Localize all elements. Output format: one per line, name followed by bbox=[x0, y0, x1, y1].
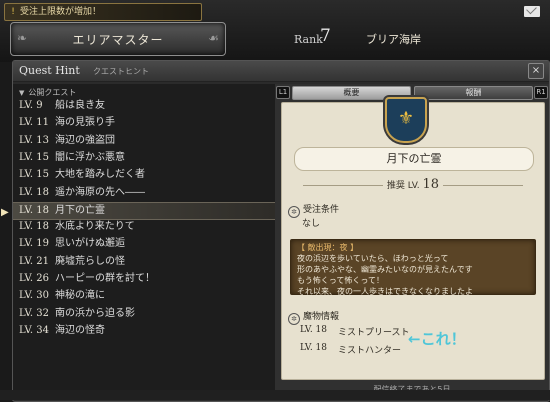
quest-level: LV. 9 bbox=[19, 100, 43, 111]
bottom-strip bbox=[0, 390, 550, 400]
quest-name: 大地を踏みしだく者 bbox=[55, 169, 145, 181]
witness-line: 夜の浜辺を歩いていたら、ほわっと光って bbox=[297, 254, 449, 263]
witness-line: それ以来、夜の一人歩きはできなくなりましたよ bbox=[297, 287, 473, 296]
quest-list-item[interactable]: LV. 30 神秘の滝に bbox=[13, 288, 275, 304]
window-title: Quest Hint bbox=[19, 64, 80, 77]
witness-header: 【 敵出現：夜 】 bbox=[297, 243, 359, 252]
quest-list-item[interactable]: LV. 32 南の浜から迫る影 bbox=[13, 306, 275, 322]
l1-key-icon: L1 bbox=[276, 86, 290, 99]
quest-detail-card: ⚜ 月下の亡霊 推奨 LV. 18 ✲ 受注条件 なし 【 敵出現：夜 】 夜の浜… bbox=[281, 97, 545, 380]
quest-level: LV. 32 bbox=[19, 307, 50, 319]
quest-list-item[interactable]: LV. 11 海の見張り手 bbox=[13, 115, 275, 131]
witness-line: 形のあやふやな、幽霊みたいなのが見えたんです bbox=[297, 265, 473, 274]
monster-row: LV. 18 ミストハンター bbox=[300, 343, 401, 356]
monster-level: LV. 18 bbox=[300, 343, 328, 353]
quest-name: 月下の亡霊 bbox=[55, 204, 105, 216]
divider bbox=[302, 185, 383, 186]
witness-line: もう怖くって怖くって！ bbox=[297, 276, 384, 285]
list-header-label: 公開クエスト bbox=[28, 88, 77, 97]
region-name: ブリア海岸 bbox=[366, 33, 421, 46]
quest-name: 海辺の強盗団 bbox=[55, 134, 115, 146]
gear-icon: ✲ bbox=[288, 313, 300, 325]
quest-name: 水底より来たりて bbox=[55, 221, 135, 233]
notification-banner[interactable]: ! 受注上限数が増加！ bbox=[4, 3, 202, 21]
quest-list-item[interactable]: LV. 15 闇に浮かぶ悪意 bbox=[13, 150, 275, 166]
quest-detail-pane: L1 概要 報酬 R1 ⚜ 月下の亡霊 推奨 LV. 18 ✲ 受注条件 なし 【… bbox=[275, 84, 549, 400]
r1-key-icon: R1 bbox=[534, 86, 548, 99]
window-title-bar: Quest Hint クエストヒント × bbox=[13, 61, 549, 82]
monster-level: LV. 18 bbox=[300, 325, 328, 335]
quest-list-item[interactable]: LV. 19 思いがけぬ邂逅 bbox=[13, 236, 275, 252]
notification-text: 受注上限数が増加！ bbox=[20, 7, 102, 17]
window-subtitle: クエストヒント bbox=[93, 67, 149, 76]
quest-list-item[interactable]: LV. 18 遥か海原の先へ―― bbox=[13, 185, 275, 201]
quest-list-item[interactable]: LV. 21 廃墟荒らしの怪 bbox=[13, 254, 275, 270]
quest-level: LV. 11 bbox=[19, 117, 50, 129]
quest-title: 月下の亡霊 bbox=[294, 147, 534, 171]
quest-level: LV. 18 bbox=[19, 186, 50, 198]
quest-level: LV. 30 bbox=[19, 290, 50, 302]
recommended-level: 推奨 LV. 18 bbox=[282, 177, 544, 192]
quest-name: ハーピーの群を討て！ bbox=[55, 273, 155, 284]
quest-level: LV. 19 bbox=[19, 238, 50, 250]
quest-level: LV. 18 bbox=[19, 221, 50, 233]
area-master-label: エリアマスター bbox=[72, 33, 164, 47]
monster-name: ミストプリースト bbox=[338, 328, 410, 338]
monster-heading: ✲ 魔物情報 bbox=[288, 309, 339, 325]
flame-emblem-icon: ⚜ bbox=[397, 108, 415, 129]
quest-name: 闇に浮かぶ悪意 bbox=[55, 151, 125, 163]
quest-level: LV. 26 bbox=[19, 273, 50, 284]
quest-name: 船は良き友 bbox=[55, 100, 105, 111]
monster-name: ミストハンター bbox=[338, 346, 402, 356]
monster-row: LV. 18 ミストプリースト bbox=[300, 325, 410, 338]
quest-list-item[interactable]: LV. 13 海辺の強盗団 bbox=[13, 133, 275, 149]
recommended-label: 推奨 LV. bbox=[386, 181, 420, 191]
quest-list-item[interactable]: ▶ LV. 18 月下の亡霊 bbox=[1, 201, 275, 220]
quest-list-item[interactable]: LV. 18 水底より来たりて bbox=[13, 219, 275, 235]
conditions-label: 受注条件 bbox=[303, 205, 340, 215]
quest-name: 南の浜から迫る影 bbox=[55, 307, 135, 319]
recommended-value: 18 bbox=[422, 177, 440, 192]
exclamation-icon: ! bbox=[11, 7, 15, 17]
quest-name: 神秘の滝に bbox=[55, 290, 105, 302]
quest-level: LV. 13 bbox=[19, 134, 50, 146]
quest-level: LV. 21 bbox=[19, 255, 50, 267]
collapse-triangle-icon: ▼ bbox=[19, 89, 25, 97]
monster-label: 魔物情報 bbox=[303, 312, 340, 322]
quest-level: LV. 18 bbox=[19, 204, 50, 216]
quest-level: LV. 15 bbox=[19, 151, 50, 163]
quest-list-item[interactable]: LV. 34 海辺の怪奇 bbox=[13, 323, 275, 339]
quest-list-item[interactable]: LV. 26 ハーピーの群を討て！ bbox=[13, 271, 275, 287]
quest-name: 遥か海原の先へ―― bbox=[55, 186, 145, 198]
rank-label: Rank bbox=[294, 33, 323, 46]
quest-list: ▼ 公開クエスト LV. 9 船は良き友 LV. 11 海の見張り手 LV. 13 海辺の強… bbox=[1, 84, 275, 400]
ornament-right-icon: ☙ bbox=[208, 31, 219, 45]
quest-hint-window: Quest Hint クエストヒント × ▼ 公開クエスト LV. 9 船は良き友 L… bbox=[1, 60, 550, 402]
witness-box: 【 敵出現：夜 】 夜の浜辺を歩いていたら、ほわっと光って 形のあやふやな、幽霊… bbox=[290, 239, 536, 296]
selection-cursor-icon: ▶ bbox=[1, 206, 9, 218]
quest-list-item[interactable]: LV. 15 大地を踏みしだく者 bbox=[13, 167, 275, 183]
close-button[interactable]: × bbox=[528, 63, 544, 79]
quest-list-item[interactable]: LV. 9 船は良き友 bbox=[13, 98, 275, 114]
area-master-plaque: ❧ エリアマスター ☙ bbox=[10, 22, 226, 56]
annotation-arrow: ←これ！ bbox=[408, 330, 466, 348]
quest-name: 思いがけぬ邂逅 bbox=[55, 238, 125, 250]
rank-value: 7 bbox=[320, 26, 331, 46]
divider bbox=[443, 185, 524, 186]
tab-reward[interactable]: 報酬 bbox=[414, 86, 533, 100]
quest-name: 海辺の怪奇 bbox=[55, 324, 105, 336]
quest-name: 海の見張り手 bbox=[55, 117, 115, 129]
quest-level: LV. 15 bbox=[19, 169, 50, 181]
conditions-value: なし bbox=[302, 219, 321, 229]
gear-icon: ✲ bbox=[288, 206, 300, 218]
mail-icon[interactable] bbox=[524, 6, 540, 17]
quest-level: LV. 34 bbox=[19, 324, 50, 336]
shield-crest-icon: ⚜ bbox=[385, 97, 427, 143]
quest-name: 廃墟荒らしの怪 bbox=[55, 255, 125, 267]
